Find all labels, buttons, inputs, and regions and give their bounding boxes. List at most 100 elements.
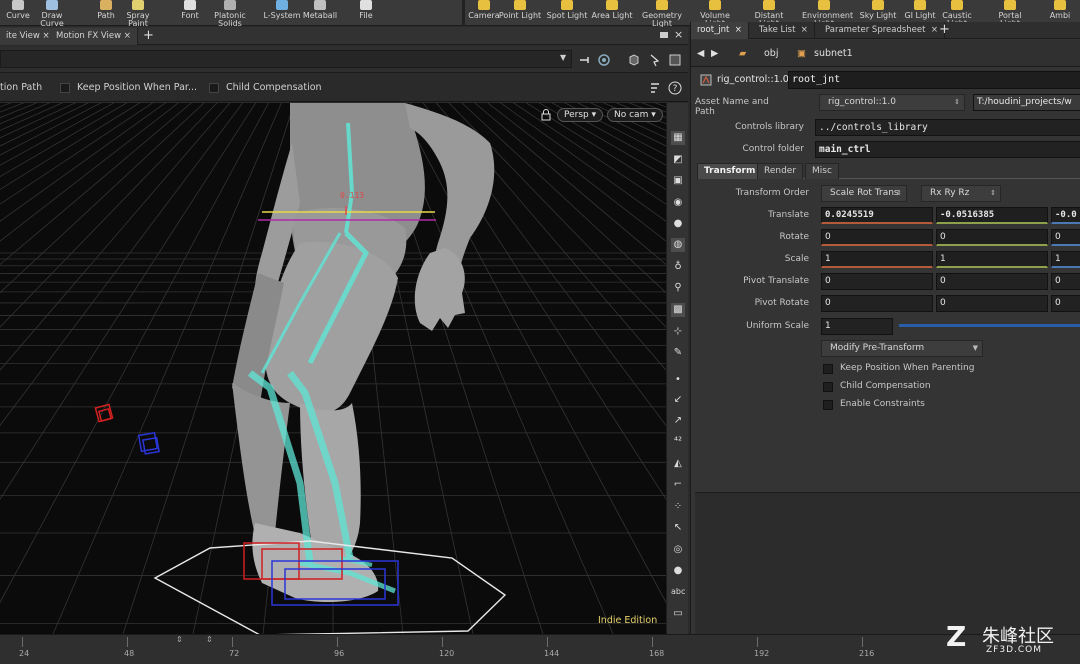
shelf-tool-right_tools-2[interactable]: Spot Light (545, 0, 589, 26)
needle-icon[interactable]: ↗ (671, 414, 685, 428)
add-panel-tab-button[interactable]: + (939, 22, 950, 38)
pivot-rotate-x-field[interactable]: 0 (821, 295, 933, 312)
forward-arrow-icon[interactable]: ▶ (711, 46, 718, 62)
control-folder-field[interactable]: main_ctrl (815, 141, 1080, 158)
child-compensation-checkbox[interactable] (209, 83, 219, 93)
pane-menu-icon[interactable] (660, 32, 668, 38)
keep-position-checkbox[interactable] (60, 83, 70, 93)
scale-z-field[interactable]: 1 (1051, 251, 1080, 268)
timeline-marker-left-icon[interactable]: ⇕ (176, 635, 183, 644)
shelf-tool-left_tools-8[interactable]: File (344, 0, 388, 26)
light-icon[interactable]: ◍ (671, 238, 685, 252)
tab-take-list[interactable]: Take List × (753, 22, 815, 39)
tab-parameter-spreadsheet[interactable]: Parameter Spreadsheet × (819, 22, 945, 39)
asset-name-dropdown[interactable]: rig_control::1.0 ⇕ (819, 94, 965, 111)
translate-z-field[interactable]: -0.0 (1051, 207, 1080, 224)
lock-camera-icon[interactable] (539, 108, 553, 122)
shelf-tool-left_tools-5[interactable]: Platonic Solids (208, 0, 252, 28)
viewport-layout-icon[interactable]: ▭ (671, 607, 685, 621)
motion-path-option[interactable]: tion Path (0, 82, 42, 93)
grid-toggle-icon[interactable]: ▩ (671, 303, 685, 317)
transform-order-dropdown[interactable]: Scale Rot Trans ⇕ (821, 185, 907, 202)
display-options-icon[interactable] (668, 53, 682, 67)
cube-icon[interactable] (627, 53, 641, 67)
tab-transform[interactable]: Transform (697, 163, 763, 179)
pivot-translate-y-field[interactable]: 0 (936, 273, 1048, 290)
link-icon[interactable] (597, 53, 611, 67)
point-icon[interactable]: • (671, 373, 685, 387)
pin-icon[interactable] (578, 53, 592, 67)
bulb-icon[interactable]: ◉ (671, 196, 685, 210)
breadcrumb-subnet[interactable]: subnet1 (814, 46, 853, 62)
close-pane-icon[interactable]: × (674, 28, 683, 41)
camera-menu[interactable]: No cam ▾ (607, 108, 663, 122)
circle-grid-icon[interactable]: ◎ (671, 543, 685, 557)
shelf-tool-left_tools-7[interactable]: Metaball (298, 0, 342, 26)
viewport-path-field[interactable] (0, 50, 572, 68)
shelf-tool-left_tools-4[interactable]: Font (168, 0, 212, 26)
modify-pre-transform-button[interactable]: Modify Pre-Transform ▼ (821, 340, 983, 357)
rotate-z-field[interactable]: 0 (1051, 229, 1080, 246)
tab-misc[interactable]: Misc (805, 163, 839, 179)
pin-marker-icon[interactable]: ⚲ (671, 281, 685, 295)
help-icon[interactable]: ? (668, 81, 682, 95)
timeline-marker-right-icon[interactable]: ⇕ (206, 635, 213, 644)
scene-viewport[interactable]: 0.113 Persp ▾ No cam ▾ Indie Edition (0, 103, 666, 634)
shelf-tool-left_tools-3[interactable]: Spray Paint (116, 0, 160, 28)
pattern-icon[interactable]: ⁘ (671, 500, 685, 514)
keep-position-parenting-checkbox[interactable] (823, 364, 833, 374)
tab-root-jnt[interactable]: root_jnt × (691, 22, 749, 39)
rotate-label: Rotate (779, 232, 809, 242)
tab-composite-view[interactable]: ite View × (0, 28, 57, 45)
sphere-icon[interactable]: ● (671, 217, 685, 231)
select-tool-icon[interactable] (648, 53, 662, 67)
pivot-translate-z-field[interactable]: 0 (1051, 273, 1080, 290)
dot-icon[interactable]: ● (671, 564, 685, 578)
uniform-scale-slider[interactable] (899, 324, 1080, 327)
controls-library-field[interactable]: ../controls_library (815, 119, 1080, 136)
breadcrumb-obj[interactable]: obj (764, 46, 778, 62)
sort-icon[interactable] (648, 81, 662, 95)
back-arrow-icon[interactable]: ◀ (697, 46, 704, 62)
pivot-rotate-z-field[interactable]: 0 (1051, 295, 1080, 312)
shelf-tool-right_tools-3[interactable]: Area Light (590, 0, 634, 26)
add-tab-button[interactable]: + (143, 28, 154, 43)
wireframe-icon[interactable]: ▦ (671, 131, 685, 145)
rotate-y-field[interactable]: 0 (936, 229, 1048, 246)
lock-icon[interactable]: ▣ (671, 174, 685, 188)
shelf-tool-label: Path (97, 11, 115, 20)
shelf-tool-right_tools-1[interactable]: Point Light (498, 0, 542, 26)
arrow-icon[interactable]: ↙ (671, 393, 685, 407)
enable-constraints-checkbox[interactable] (823, 400, 833, 410)
rotate-order-dropdown[interactable]: Rx Ry Rz ⇕ (921, 185, 1001, 202)
tab-motion-fx-view[interactable]: Motion FX View × (50, 28, 138, 45)
spot-icon[interactable]: ♁ (671, 260, 685, 274)
path-dropdown-icon[interactable]: ▼ (560, 53, 566, 62)
shelf-tool-left_tools-1[interactable]: Draw Curve (30, 0, 74, 28)
bracket-icon[interactable]: ⌐ (671, 478, 685, 492)
shading-icon[interactable]: ◩ (671, 153, 685, 167)
paint-icon[interactable]: ✎ (671, 346, 685, 360)
vector-icon[interactable]: ↖ (671, 521, 685, 535)
pivot-rotate-y-field[interactable]: 0 (936, 295, 1048, 312)
tab-render[interactable]: Render (757, 163, 804, 179)
asset-path-field[interactable]: T:/houdini_projects/w (973, 94, 1080, 111)
text-display-icon[interactable]: abc (671, 585, 685, 599)
scale-x-field[interactable]: 1 (821, 251, 933, 268)
translate-y-field[interactable]: -0.0516385 (936, 207, 1048, 224)
camera-display-icon[interactable]: ◭ (671, 457, 685, 471)
snap-icon[interactable]: ⊹ (671, 325, 685, 339)
shelf-tool-right_tools-4[interactable]: Geometry Light (640, 0, 684, 28)
node-name-field[interactable]: root_jnt (788, 71, 1080, 89)
rotate-x-field[interactable]: 0 (821, 229, 933, 246)
persp-view-menu[interactable]: Persp ▾ (557, 108, 604, 122)
child-compensation-param-checkbox[interactable] (823, 382, 833, 392)
translate-x-field[interactable]: 0.0245519 (821, 207, 933, 224)
uniform-scale-field[interactable]: 1 (821, 318, 893, 335)
pivot-translate-x-field[interactable]: 0 (821, 273, 933, 290)
timeline-bar[interactable]: ⇕ ⇕ 24 48 72 96 120 144 168 192 216 (0, 634, 1080, 664)
numbers-icon[interactable]: ⁴² (671, 435, 685, 449)
scene-canvas[interactable]: 0.113 (0, 103, 666, 634)
floating-handle-blue[interactable] (137, 431, 160, 455)
scale-y-field[interactable]: 1 (936, 251, 1048, 268)
